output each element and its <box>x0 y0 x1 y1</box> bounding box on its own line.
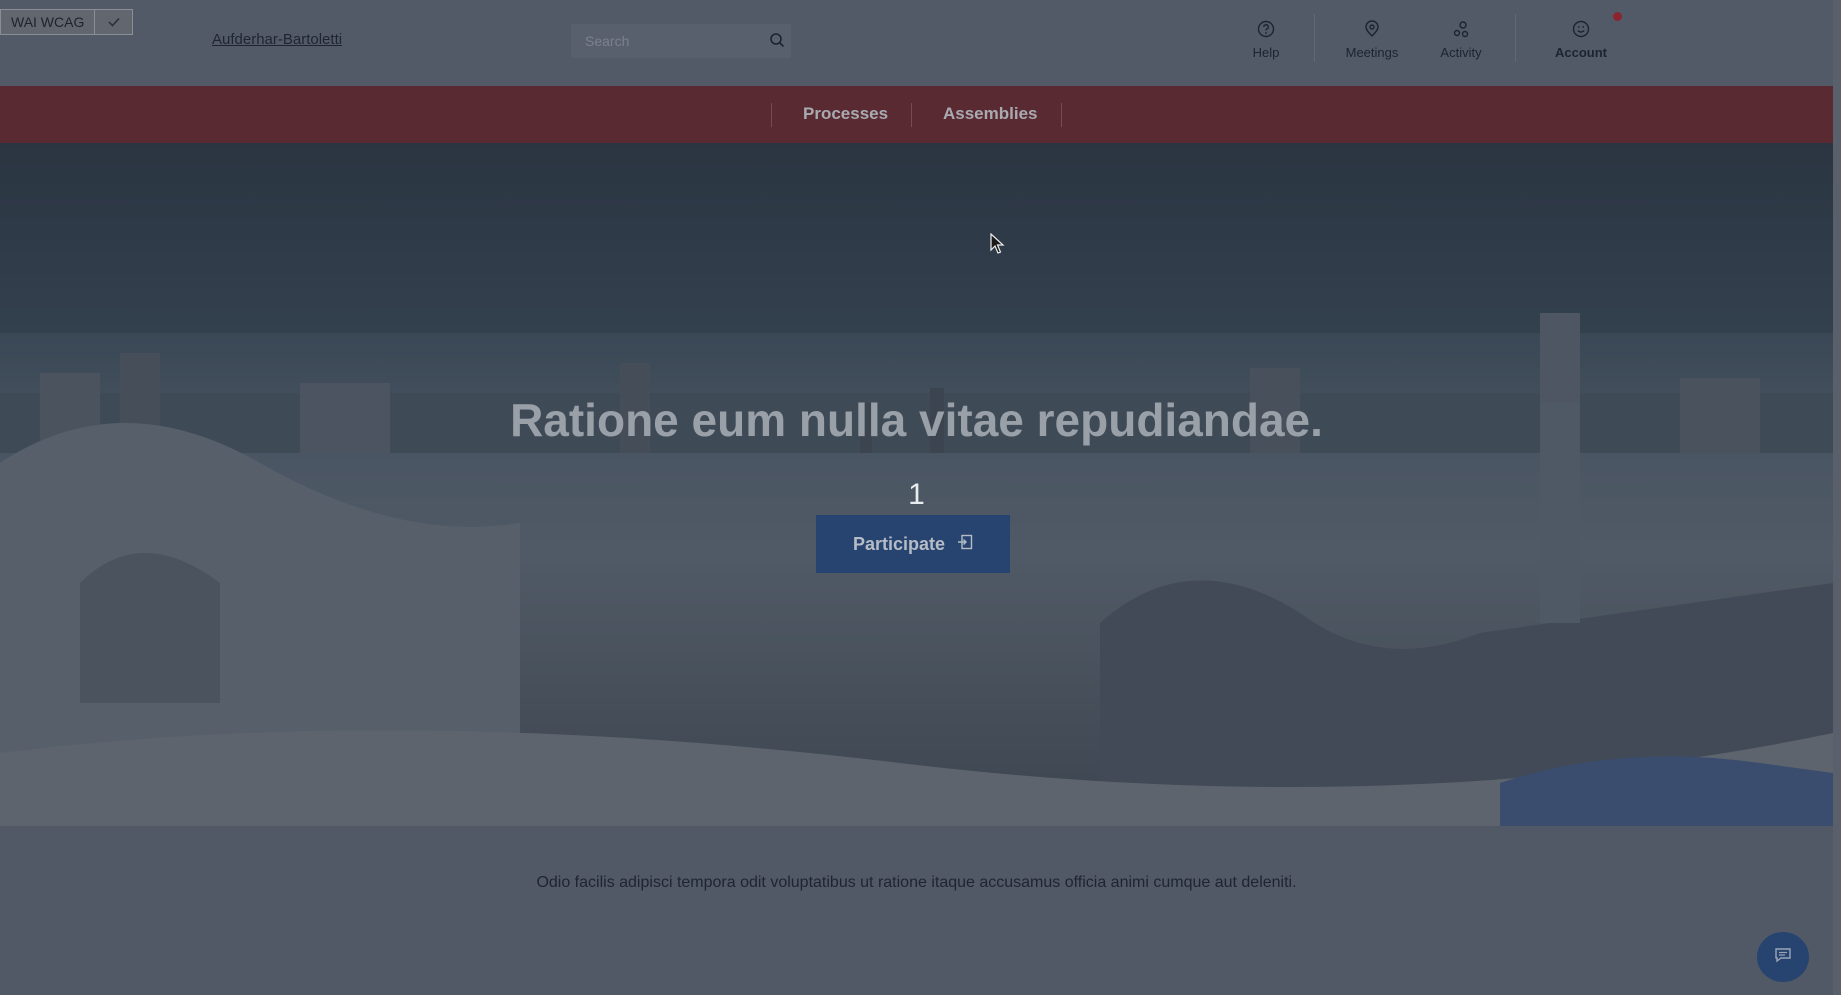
chat-button[interactable] <box>1757 932 1809 982</box>
help-icon <box>1257 20 1275 41</box>
activity-label: Activity <box>1440 45 1482 60</box>
meetings-label: Meetings <box>1345 45 1399 60</box>
participate-label: Participate <box>852 533 946 554</box>
account-icon <box>1572 20 1590 41</box>
page: WAI WCAG Aufderhar-Bartoletti Help Meeti… <box>0 0 1833 995</box>
mouse-cursor-icon <box>990 233 1005 254</box>
nav-divider <box>1515 14 1516 62</box>
hero-counter: 1 <box>908 478 925 511</box>
menu-item-assemblies[interactable]: Assemblies <box>943 104 1038 124</box>
header: WAI WCAG Aufderhar-Bartoletti Help Meeti… <box>0 0 1833 86</box>
participate-button[interactable]: Participate <box>816 515 1010 573</box>
menu-divider <box>1061 103 1062 127</box>
meetings-icon <box>1363 20 1381 41</box>
hero-foreground-image <box>0 403 1833 826</box>
menu-divider <box>911 103 912 127</box>
check-icon[interactable] <box>95 10 132 34</box>
page-description: Odio facilis adipisci tempora odit volup… <box>536 874 1297 891</box>
hero-title: Ratione eum nulla vitae repudiandae. <box>510 394 1323 446</box>
activity-icon <box>1452 20 1470 41</box>
activity-link[interactable]: Activity <box>1436 20 1486 62</box>
enter-icon <box>957 534 973 555</box>
search-input[interactable] <box>571 24 751 58</box>
search-icon[interactable] <box>769 32 785 53</box>
scrollbar[interactable] <box>1833 0 1841 995</box>
menu-divider <box>771 103 772 127</box>
hero-sky <box>0 143 1833 333</box>
meetings-link[interactable]: Meetings <box>1342 20 1402 62</box>
hero-banner: Ratione eum nulla vitae repudiandae. 1 P… <box>0 143 1833 826</box>
help-link[interactable]: Help <box>1248 20 1284 62</box>
menu-item-processes[interactable]: Processes <box>803 104 888 124</box>
account-link[interactable]: Account <box>1554 20 1608 62</box>
notification-badge <box>1613 12 1622 21</box>
wcag-label: WAI WCAG <box>1 10 96 34</box>
nav-divider <box>1314 14 1315 62</box>
help-label: Help <box>1252 45 1280 60</box>
account-label: Account <box>1555 45 1607 60</box>
main-menu: Processes Assemblies <box>0 86 1833 143</box>
organization-link[interactable]: Aufderhar-Bartoletti <box>212 31 342 48</box>
search-box <box>571 24 791 58</box>
chat-icon <box>1774 946 1792 969</box>
wcag-toggle[interactable]: WAI WCAG <box>0 9 134 35</box>
